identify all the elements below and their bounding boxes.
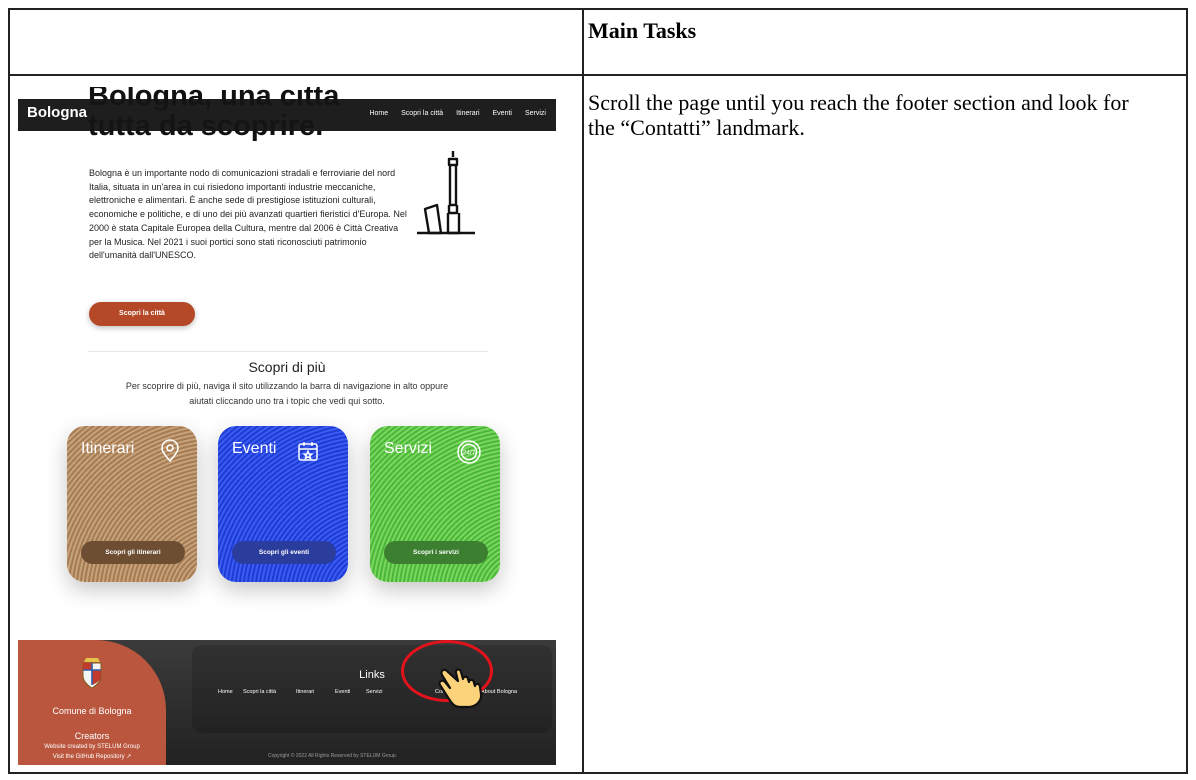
nav-itinerari[interactable]: Itinerari xyxy=(456,110,479,117)
footer-link-scopri[interactable]: Scopri la città xyxy=(243,689,276,695)
table-header-divider xyxy=(10,74,1186,76)
scopri-eventi-button[interactable]: Scopri gli eventi xyxy=(232,541,336,564)
card-eventi-title: Eventi xyxy=(232,440,277,457)
card-itinerari-title: Itinerari xyxy=(81,440,135,457)
footer-brand-panel: Comune di Bologna Creators Website creat… xyxy=(18,640,166,765)
footer-link-itinerari[interactable]: Itinerari xyxy=(296,689,314,695)
nav-scopri[interactable]: Scopri la città xyxy=(401,110,443,117)
intro-paragraph: Bologna è un importante nodo di comunica… xyxy=(89,168,407,261)
footer-link-servizi[interactable]: Servizi xyxy=(366,689,383,695)
links-title: Links xyxy=(359,669,385,681)
comune-di-bologna-label: Comune di Bologna xyxy=(52,706,132,716)
towers-icon xyxy=(417,151,475,235)
top-navbar: Bologna Home Scopri la città Itinerari E… xyxy=(18,99,556,131)
scopri-servizi-button[interactable]: Scopri i servizi xyxy=(384,541,488,564)
task-instruction: Scroll the page until you reach the foot… xyxy=(588,90,1129,140)
map-pin-icon xyxy=(161,439,179,463)
scopri-di-piu-title: Scopri di più xyxy=(248,359,326,375)
copyright-text: Copyright © 2022 All Rights Reserved by … xyxy=(268,753,398,759)
nav-home[interactable]: Home xyxy=(369,110,388,117)
pointing-hand-icon xyxy=(438,668,483,709)
section-divider xyxy=(88,351,488,352)
card-itinerari[interactable]: Itinerari Scopri gli itinerari xyxy=(67,426,197,582)
24-7-icon: 24/7 xyxy=(457,440,481,464)
calendar-star-icon xyxy=(298,442,318,461)
card-servizi-title: Servizi xyxy=(384,440,433,457)
scopri-di-piu-text: Per scoprire di più, naviga il sito util… xyxy=(125,381,449,406)
website-screenshot: Bologna, una citta tutta da scoprire. Bo… xyxy=(18,87,556,765)
scopri-la-citta-button[interactable]: Scopri la città xyxy=(89,302,195,326)
creator-credit: Website created by STELUM Group xyxy=(44,744,140,750)
nav-eventi[interactable]: Eventi xyxy=(493,110,512,117)
github-repo-link[interactable]: Visit the GitHub Repository ↗ xyxy=(18,753,166,760)
nav-links: Home Scopri la città Itinerari Eventi Se… xyxy=(369,110,546,117)
card-servizi[interactable]: Servizi 24/7 Scopri i servizi xyxy=(370,426,500,582)
coat-of-arms-icon xyxy=(82,658,102,689)
footer-link-home[interactable]: Home xyxy=(218,689,233,695)
scopri-itinerari-button[interactable]: Scopri gli itinerari xyxy=(81,541,185,564)
svg-text:24/7: 24/7 xyxy=(463,450,476,457)
nav-servizi[interactable]: Servizi xyxy=(525,110,546,117)
card-eventi[interactable]: Eventi Scopri gli eventi xyxy=(218,426,348,582)
main-tasks-header: Main Tasks xyxy=(588,18,697,43)
creators-label: Creators xyxy=(74,731,110,741)
footer-link-eventi[interactable]: Eventi xyxy=(335,689,350,695)
table-column-divider xyxy=(582,10,584,772)
brand-logo[interactable]: Bologna xyxy=(27,104,87,121)
